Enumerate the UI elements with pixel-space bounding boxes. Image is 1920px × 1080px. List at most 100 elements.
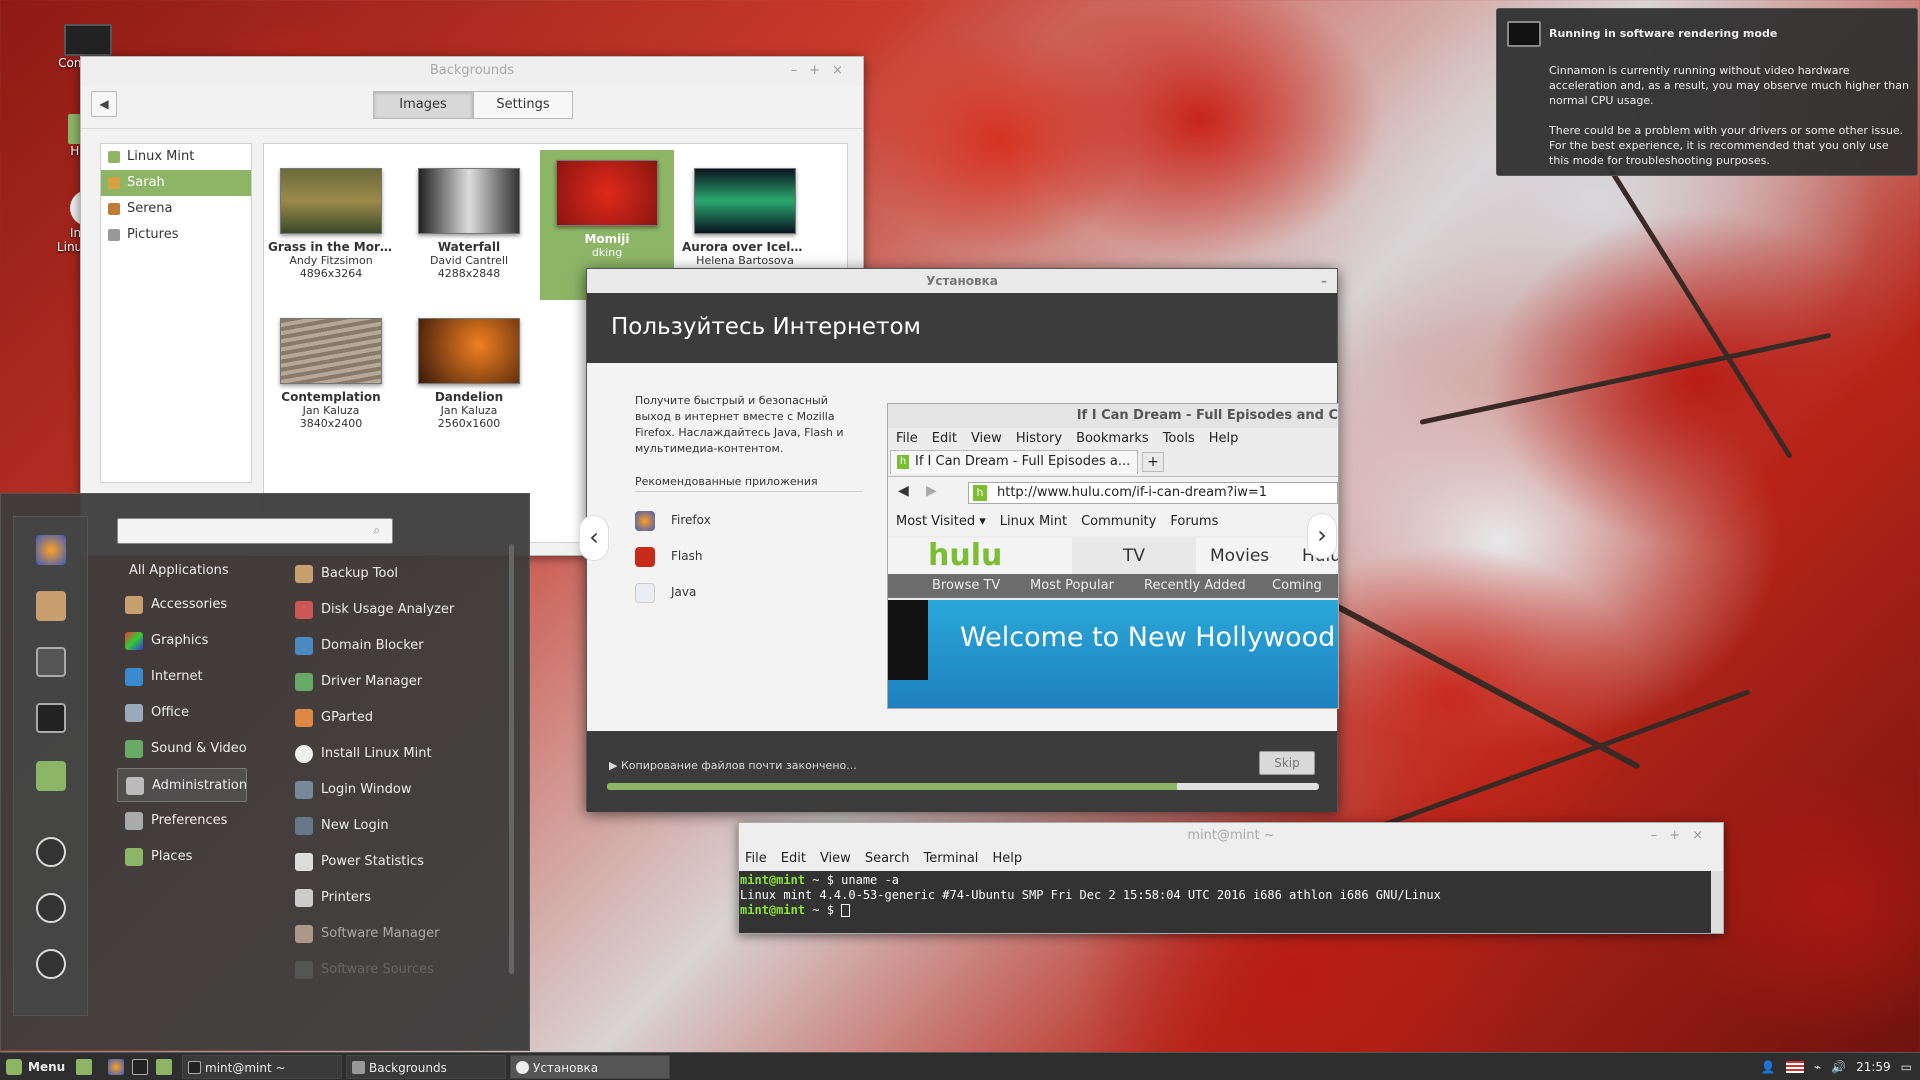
taskbar-window-backgrounds[interactable]: Backgrounds: [346, 1055, 506, 1079]
prompt-sep: ~ $: [805, 903, 842, 917]
power-icon[interactable]: [36, 949, 66, 979]
tab-settings[interactable]: Settings: [473, 91, 573, 119]
lock-icon[interactable]: [36, 837, 66, 867]
close-icon[interactable]: ×: [1692, 828, 1715, 843]
thumbnail-name: Aurora over Icela...: [682, 240, 812, 254]
app-backup-tool[interactable]: Backup Tool: [289, 556, 479, 592]
category-administration[interactable]: Administration: [117, 768, 247, 802]
category-office[interactable]: Office: [117, 696, 247, 730]
app-software-manager[interactable]: Software Manager: [289, 916, 479, 952]
terminal-output[interactable]: mint@mint ~ $ uname -a Linux mint 4.4.0-…: [739, 871, 1711, 933]
sidebar-item-sarah[interactable]: Sarah: [101, 170, 251, 196]
recommended-app-firefox: Firefox: [635, 509, 711, 531]
terminal-icon[interactable]: [36, 703, 66, 733]
menu-view[interactable]: View: [820, 851, 851, 866]
show-desktop-icon[interactable]: [76, 1059, 92, 1075]
app-gparted[interactable]: GParted: [289, 700, 479, 736]
app-domain-blocker[interactable]: Domain Blocker: [289, 628, 479, 664]
thumbnail[interactable]: Grass in the Morn... Andy Fitzsimon 4896…: [264, 158, 398, 280]
firefox-icon[interactable]: [36, 535, 66, 565]
menu-terminal[interactable]: Terminal: [923, 851, 978, 866]
thumbnail[interactable]: Contemplation Jan Kaluza 3840x2400: [264, 308, 398, 430]
app-install-linux-mint[interactable]: Install Linux Mint: [289, 736, 479, 772]
minimize-icon[interactable]: –: [1651, 828, 1670, 843]
app-new-login[interactable]: New Login: [289, 808, 479, 844]
monitor-icon: [64, 24, 112, 56]
folder-icon[interactable]: [36, 761, 66, 791]
sidebar-item-serena[interactable]: Serena: [101, 196, 251, 222]
terminal-line: mint@mint ~ $ uname -a: [740, 873, 1710, 888]
thumbnail-name: Contemplation: [281, 390, 381, 404]
terminal-icon[interactable]: [132, 1059, 148, 1075]
category-places[interactable]: Places: [117, 840, 247, 874]
thumbnail[interactable]: Aurora over Icela... Helena Bartosova: [678, 158, 812, 267]
thumbnail[interactable]: Dandelion Jan Kaluza 2560x1600: [402, 308, 536, 430]
logout-icon[interactable]: [36, 893, 66, 923]
software-manager-icon[interactable]: [36, 591, 66, 621]
install-status[interactable]: ▶ Копирование файлов почти закончено...: [609, 759, 857, 772]
firefox-tab: h If I Can Dream - Full Episodes a...: [890, 450, 1138, 474]
minimize-icon[interactable]: –: [1321, 269, 1327, 293]
category-preferences[interactable]: Preferences: [117, 804, 247, 838]
clock[interactable]: 21:59: [1856, 1053, 1891, 1080]
settings-icon[interactable]: [36, 647, 66, 677]
menu-edit[interactable]: Edit: [781, 851, 806, 866]
close-icon[interactable]: ×: [832, 63, 855, 78]
app-software-sources[interactable]: Software Sources: [289, 952, 479, 988]
window-titlebar[interactable]: mint@mint ~ –+×: [739, 823, 1723, 849]
app-printers[interactable]: Printers: [289, 880, 479, 916]
disk-usage-icon: [295, 601, 313, 619]
sidebar-item-label: Linux Mint: [127, 149, 195, 164]
keyboard-flag-icon[interactable]: [1785, 1061, 1804, 1073]
previous-slide-button[interactable]: ‹: [579, 515, 609, 561]
menu-file[interactable]: File: [745, 851, 767, 866]
user-icon[interactable]: 👤: [1761, 1053, 1776, 1080]
slide-heading: Пользуйтесь Интернетом: [587, 293, 1337, 363]
workspace-icon[interactable]: ▭: [1901, 1053, 1912, 1080]
category-internet[interactable]: Internet: [117, 660, 247, 694]
app-login-window[interactable]: Login Window: [289, 772, 479, 808]
app-disk-usage-analyzer[interactable]: Disk Usage Analyzer: [289, 592, 479, 628]
hulu-banner: Welcome to New Hollywood.: [888, 600, 1338, 708]
category-all-applications[interactable]: All Applications: [117, 554, 247, 588]
skip-button[interactable]: Skip: [1259, 751, 1315, 775]
minimize-icon[interactable]: –: [791, 63, 810, 78]
back-button[interactable]: ◀: [91, 91, 117, 117]
terminal-scrollbar[interactable]: [1711, 871, 1723, 933]
app-power-statistics[interactable]: Power Statistics: [289, 844, 479, 880]
firefox-icon[interactable]: [108, 1059, 124, 1075]
thumbnail[interactable]: Waterfall David Cantrell 4288x2848: [402, 158, 536, 280]
window-titlebar[interactable]: Backgrounds –+×: [81, 57, 863, 85]
taskbar-window-terminal[interactable]: mint@mint ~: [182, 1055, 342, 1079]
network-icon[interactable]: ⌁: [1814, 1053, 1821, 1080]
volume-icon[interactable]: 🔊: [1831, 1053, 1846, 1080]
sidebar-item-pictures[interactable]: Pictures: [101, 222, 251, 248]
maximize-icon[interactable]: +: [809, 63, 832, 78]
maximize-icon[interactable]: +: [1669, 828, 1692, 843]
notification-paragraph: There could be a problem with your drive…: [1549, 124, 1904, 167]
collection-icon: [108, 203, 120, 215]
menu-bookmarks: Bookmarks: [1076, 431, 1149, 446]
menu-help[interactable]: Help: [992, 851, 1022, 866]
window-titlebar[interactable]: Установка –: [587, 269, 1337, 293]
next-slide-button[interactable]: ›: [1307, 513, 1337, 559]
menu-search[interactable]: Search: [865, 851, 910, 866]
app-driver-manager[interactable]: Driver Manager: [289, 664, 479, 700]
menu-button[interactable]: Menu: [0, 1053, 74, 1080]
tab-images[interactable]: Images: [373, 91, 473, 119]
category-sound-video[interactable]: Sound & Video: [117, 732, 247, 766]
hulu-sublink: Coming: [1272, 578, 1322, 593]
notification-popup[interactable]: Running in software rendering mode Cinna…: [1496, 8, 1918, 176]
app-label: Power Statistics: [321, 854, 424, 869]
category-accessories[interactable]: Accessories: [117, 588, 247, 622]
taskbar-window-installer[interactable]: Установка: [510, 1055, 670, 1079]
firefox-bookmarks-bar: Most Visited ▾ Linux Mint Community Forums: [888, 508, 1338, 536]
menu-scrollbar[interactable]: [509, 544, 514, 974]
menu-search-input[interactable]: ⌕: [117, 518, 393, 544]
arrow-left-icon: ◀: [99, 97, 109, 111]
recommended-app-flash: Flash: [635, 545, 702, 567]
sidebar-item-linux-mint[interactable]: Linux Mint: [101, 144, 251, 170]
category-graphics[interactable]: Graphics: [117, 624, 247, 658]
folder-icon[interactable]: [156, 1059, 172, 1075]
category-label: Administration: [152, 778, 248, 793]
